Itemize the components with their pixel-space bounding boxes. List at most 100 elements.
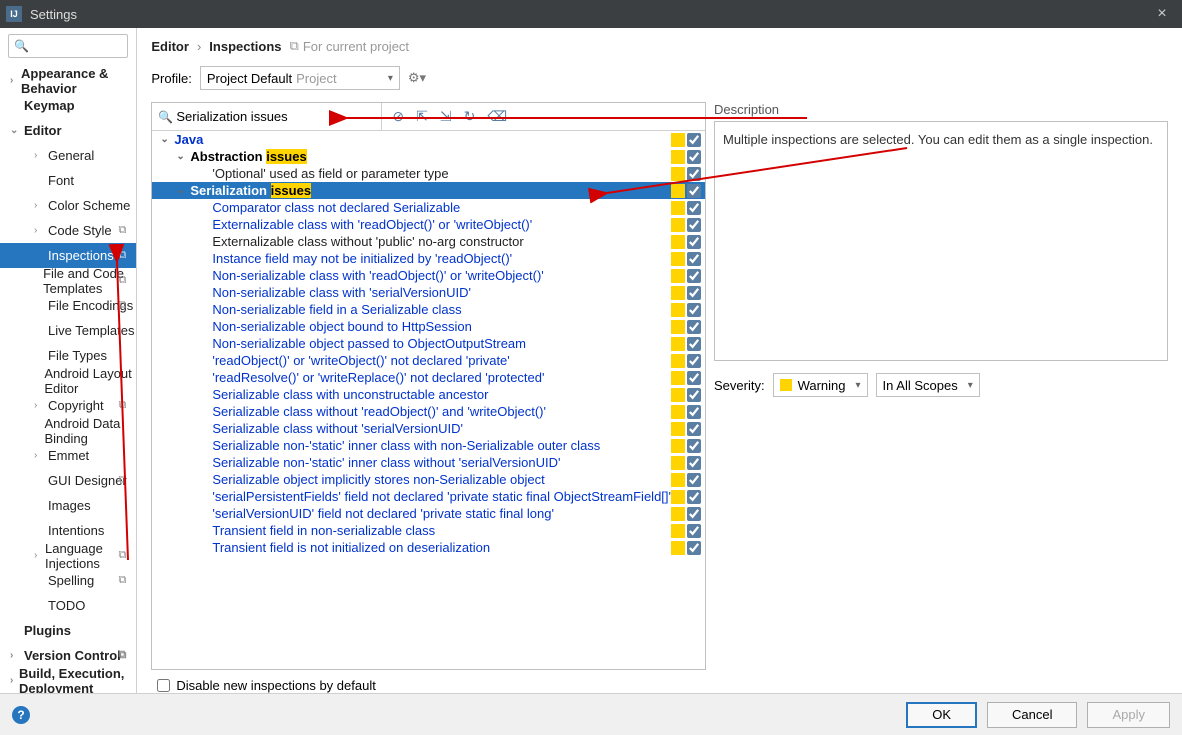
sidebar-item-code-style[interactable]: ›Code Style⧉ <box>0 218 136 243</box>
inspection-checkbox[interactable] <box>687 184 701 198</box>
sidebar-item-general[interactable]: ›General <box>0 143 136 168</box>
inspection-item[interactable]: Serializable object implicitly stores no… <box>152 471 705 488</box>
sidebar-item-color-scheme[interactable]: ›Color Scheme <box>0 193 136 218</box>
breadcrumb-editor[interactable]: Editor <box>151 39 189 54</box>
inspection-checkbox[interactable] <box>687 439 701 453</box>
disable-new-checkbox[interactable] <box>157 679 170 692</box>
help-icon[interactable]: ? <box>12 706 30 724</box>
inspection-item[interactable]: Non-serializable object bound to HttpSes… <box>152 318 705 335</box>
sidebar-item-images[interactable]: Images <box>0 493 136 518</box>
inspection-checkbox[interactable] <box>687 286 701 300</box>
inspection-item[interactable]: Serializable class without 'serialVersio… <box>152 420 705 437</box>
inspection-checkbox[interactable] <box>687 201 701 215</box>
expand-icon[interactable]: ⇱ <box>416 108 428 125</box>
inspection-checkbox[interactable] <box>687 133 701 147</box>
sidebar-item-gui-designer[interactable]: GUI Designer⧉ <box>0 468 136 493</box>
sidebar-item-plugins[interactable]: Plugins <box>0 618 136 643</box>
sidebar-item-language-injections[interactable]: ›Language Injections⧉ <box>0 543 136 568</box>
inspection-item[interactable]: Instance field may not be initialized by… <box>152 250 705 267</box>
inspection-item[interactable]: Comparator class not declared Serializab… <box>152 199 705 216</box>
sidebar-item-label: Version Control <box>24 648 121 663</box>
inspection-checkbox[interactable] <box>687 422 701 436</box>
inspection-item[interactable]: 'readObject()' or 'writeObject()' not de… <box>152 352 705 369</box>
gear-icon[interactable]: ⚙▾ <box>408 70 426 86</box>
inspection-search-input[interactable] <box>152 103 381 130</box>
sidebar-item-inspections[interactable]: Inspections⧉ <box>0 243 136 268</box>
sidebar-item-copyright[interactable]: ›Copyright⧉ <box>0 393 136 418</box>
sidebar-item-android-data-binding[interactable]: Android Data Binding <box>0 418 136 443</box>
profile-dropdown[interactable]: Project Default Project ▾ <box>200 66 400 90</box>
inspection-checkbox[interactable] <box>687 473 701 487</box>
inspection-checkbox[interactable] <box>687 218 701 232</box>
scope-dropdown[interactable]: In All Scopes ▾ <box>876 373 980 397</box>
sidebar-item-file-encodings[interactable]: File Encodings⧉ <box>0 293 136 318</box>
tree-arrow-icon: › <box>34 200 48 211</box>
inspection-checkbox[interactable] <box>687 252 701 266</box>
inspection-checkbox[interactable] <box>687 167 701 181</box>
inspection-item[interactable]: Serializable class without 'readObject()… <box>152 403 705 420</box>
inspection-checkbox[interactable] <box>687 405 701 419</box>
sidebar-item-todo[interactable]: TODO <box>0 593 136 618</box>
inspection-item[interactable]: Non-serializable class with 'readObject(… <box>152 267 705 284</box>
inspection-item[interactable]: 'readResolve()' or 'writeReplace()' not … <box>152 369 705 386</box>
sidebar-item-spelling[interactable]: Spelling⧉ <box>0 568 136 593</box>
severity-dropdown[interactable]: Warning ▾ <box>773 373 868 397</box>
collapse-icon[interactable]: ⇲ <box>440 108 452 125</box>
inspection-checkbox[interactable] <box>687 507 701 521</box>
apply-button[interactable]: Apply <box>1087 702 1170 728</box>
inspection-item[interactable]: 'serialVersionUID' field not declared 'p… <box>152 505 705 522</box>
sidebar-item-intentions[interactable]: Intentions <box>0 518 136 543</box>
sidebar-item-live-templates[interactable]: Live Templates <box>0 318 136 343</box>
inspection-item[interactable]: Non-serializable field in a Serializable… <box>152 301 705 318</box>
sidebar-item-editor[interactable]: ⌄Editor <box>0 118 136 143</box>
sidebar-item-font[interactable]: Font <box>0 168 136 193</box>
tree-node-java[interactable]: ⌄Java <box>152 131 705 148</box>
tree-node-abstraction[interactable]: ⌄Abstraction issues <box>152 148 705 165</box>
filter-icon[interactable]: ⊘ <box>392 108 404 125</box>
inspection-item[interactable]: 'serialPersistentFields' field not decla… <box>152 488 705 505</box>
inspection-tree[interactable]: ⌄Java⌄Abstraction issues'Optional' used … <box>152 131 705 669</box>
inspection-checkbox[interactable] <box>687 354 701 368</box>
eraser-icon[interactable]: ⌫ <box>487 108 507 125</box>
inspection-checkbox[interactable] <box>687 371 701 385</box>
tree-arrow-icon: ⌄ <box>160 134 174 145</box>
sidebar-item-build-execution-deployment[interactable]: ›Build, Execution, Deployment <box>0 668 136 693</box>
main-panel: Editor › Inspections ⧉ For current proje… <box>137 28 1182 693</box>
inspection-item[interactable]: 'Optional' used as field or parameter ty… <box>152 165 705 182</box>
reset-icon[interactable]: ↻ <box>464 108 476 125</box>
inspection-item[interactable]: Serializable non-'static' inner class wi… <box>152 454 705 471</box>
inspection-checkbox[interactable] <box>687 456 701 470</box>
inspection-item[interactable]: Transient field in non-serializable clas… <box>152 522 705 539</box>
close-icon[interactable]: × <box>1148 5 1176 23</box>
inspection-checkbox[interactable] <box>687 303 701 317</box>
sidebar-item-emmet[interactable]: ›Emmet <box>0 443 136 468</box>
inspection-checkbox[interactable] <box>687 269 701 283</box>
copy-icon: ⧉ <box>119 274 127 287</box>
sidebar-item-file-types[interactable]: File Types <box>0 343 136 368</box>
inspection-item[interactable]: Transient field is not initialized on de… <box>152 539 705 556</box>
inspection-item[interactable]: Serializable class with unconstructable … <box>152 386 705 403</box>
cancel-button[interactable]: Cancel <box>987 702 1077 728</box>
sidebar-item-file-and-code-templates[interactable]: File and Code Templates⧉ <box>0 268 136 293</box>
sidebar-item-appearance-behavior[interactable]: ›Appearance & Behavior <box>0 68 136 93</box>
inspection-item[interactable]: Serializable non-'static' inner class wi… <box>152 437 705 454</box>
sidebar-item-android-layout-editor[interactable]: Android Layout Editor <box>0 368 136 393</box>
inspection-checkbox[interactable] <box>687 320 701 334</box>
inspection-checkbox[interactable] <box>687 524 701 538</box>
inspection-checkbox[interactable] <box>687 150 701 164</box>
inspection-checkbox[interactable] <box>687 235 701 249</box>
sidebar-item-keymap[interactable]: Keymap <box>0 93 136 118</box>
inspection-checkbox[interactable] <box>687 490 701 504</box>
tree-arrow-icon: › <box>34 450 48 461</box>
inspection-item[interactable]: Non-serializable object passed to Object… <box>152 335 705 352</box>
inspection-item[interactable]: Externalizable class with 'readObject()'… <box>152 216 705 233</box>
ok-button[interactable]: OK <box>906 702 977 728</box>
inspection-checkbox[interactable] <box>687 388 701 402</box>
inspection-item[interactable]: Non-serializable class with 'serialVersi… <box>152 284 705 301</box>
inspection-checkbox[interactable] <box>687 541 701 555</box>
status-indicator <box>671 320 685 334</box>
tree-node-serialization[interactable]: ⌄Serialization issues <box>152 182 705 199</box>
inspection-item[interactable]: Externalizable class without 'public' no… <box>152 233 705 250</box>
sidebar-item-version-control[interactable]: ›Version Control⧉ <box>0 643 136 668</box>
inspection-checkbox[interactable] <box>687 337 701 351</box>
